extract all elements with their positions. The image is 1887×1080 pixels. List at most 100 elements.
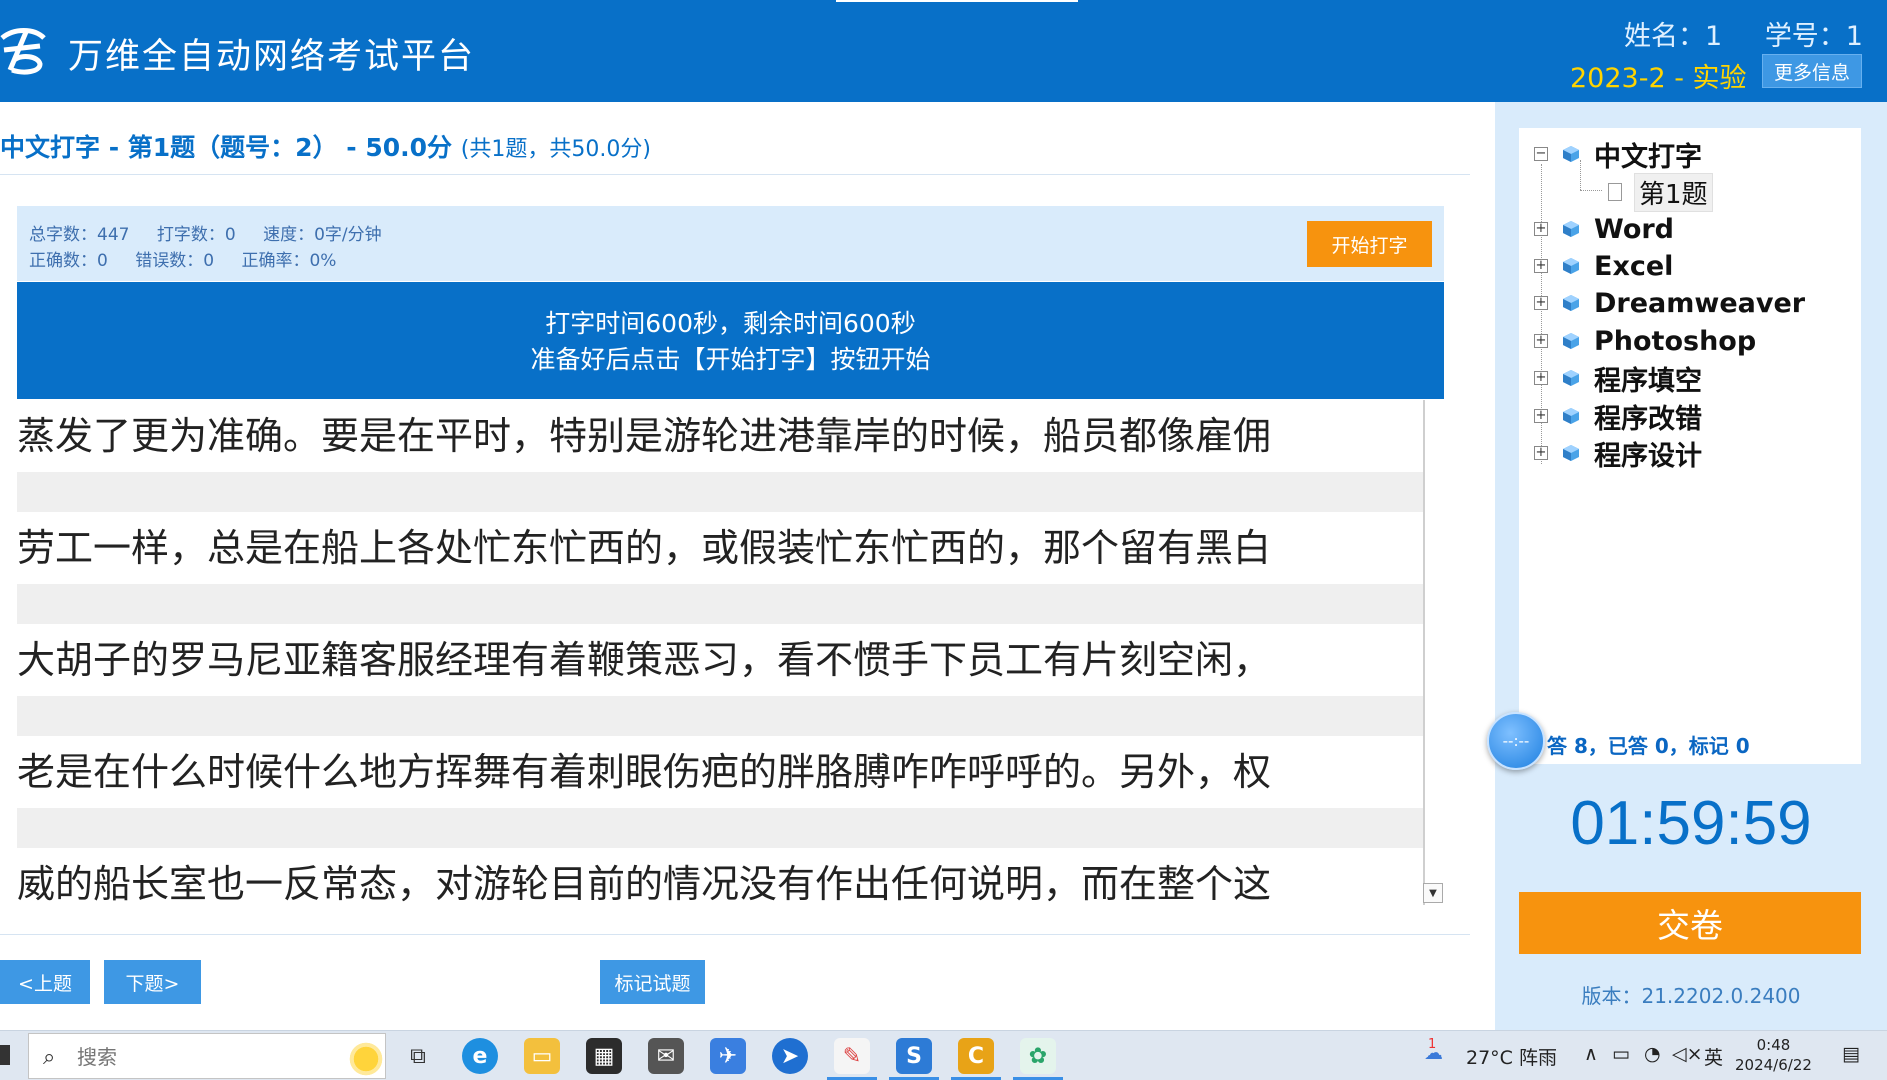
tree-item-word[interactable]: + Word (1534, 212, 1674, 246)
expand-icon[interactable]: + (1534, 259, 1548, 273)
typing-stats-panel: 总字数：447 打字数：0 速度：0字/分钟 正确数：0 错误数：0 正确率：0… (17, 206, 1444, 281)
cube-icon (1563, 221, 1579, 237)
exam-app-icon[interactable]: ✿ (1020, 1038, 1056, 1074)
cube-icon (1563, 258, 1579, 274)
submit-exam-button[interactable]: 交卷 (1519, 892, 1861, 954)
tree-item-question-1[interactable]: 第1题 (1608, 172, 1713, 212)
start-typing-button[interactable]: 开始打字 (1307, 221, 1432, 267)
edge-icon[interactable]: e (462, 1038, 498, 1074)
next-question-button[interactable]: 下题> (104, 960, 201, 1004)
tree-label: Word (1594, 213, 1675, 245)
header-tab-indicator (836, 0, 1078, 2)
vertical-scrollbar[interactable] (1423, 400, 1443, 905)
expand-icon[interactable]: + (1534, 334, 1548, 348)
progress-circle-button[interactable]: --:-- (1487, 712, 1545, 770)
mail-icon[interactable]: ✉ (648, 1038, 684, 1074)
tree-item-design[interactable]: + 程序设计 (1534, 436, 1702, 472)
stat-total-chars: 总字数：447 (29, 225, 130, 245)
tree-label: 第1题 (1634, 172, 1713, 212)
stat-accuracy: 正确率：0% (241, 251, 337, 271)
cube-icon (1563, 445, 1579, 461)
tree-guide-line (1580, 190, 1602, 192)
prev-question-button[interactable]: <上题 (0, 960, 90, 1004)
taskbar-clock[interactable]: 0:48 2024/6/22 (1735, 1035, 1812, 1075)
tree-label: Excel (1594, 250, 1674, 282)
stats-row-1: 总字数：447 打字数：0 速度：0字/分钟 (29, 220, 404, 245)
expand-icon[interactable]: + (1534, 446, 1548, 460)
tree-label: 程序填空 (1594, 365, 1702, 397)
version-text: 版本：21.2202.0.2400 (1581, 984, 1801, 1008)
source-text-line: 大胡子的罗马尼亚籍客服经理有着鞭策恶习，看不惯手下员工有片刻空闲， (17, 638, 1272, 682)
tree-label: Photoshop (1594, 325, 1757, 357)
source-text-line: 威的船长室也一反常态，对游轮目前的情况没有作出任何说明，而在整个这 (17, 862, 1272, 905)
banner-instruction: 准备好后点击【开始打字】按钮开始 (530, 345, 931, 374)
tree-item-chinese-typing[interactable]: − 中文打字 (1534, 137, 1702, 173)
mark-question-button[interactable]: 标记试题 (600, 960, 705, 1004)
source-text-line: 劳工一样，总是在船上各处忙东忙西的，或假装忙东忙西的，那个留有黑白 (17, 526, 1272, 570)
start-button[interactable] (0, 1045, 10, 1065)
tree-item-fill-blank[interactable]: + 程序填空 (1534, 361, 1702, 397)
divider (0, 934, 1470, 935)
countdown-timer: 01:59:59 (1570, 789, 1812, 858)
student-name: 姓名：1 (1624, 21, 1723, 52)
source-text-line: 老是在什么时候什么地方挥舞有着刺眼伤疤的胖胳膊咋咋呼呼的。另外，权 (17, 750, 1272, 794)
notification-icon[interactable]: ▤ (1842, 1043, 1860, 1065)
typing-input-line[interactable] (17, 808, 1423, 848)
weather-sun-icon (347, 1040, 385, 1078)
scroll-down-arrow-icon[interactable]: ▼ (1423, 883, 1443, 903)
file-explorer-icon[interactable]: ▭ (524, 1038, 560, 1074)
tree-item-debug[interactable]: + 程序改错 (1534, 399, 1702, 435)
tree-label: 中文打字 (1594, 141, 1702, 173)
volume-muted-icon[interactable]: ◁× (1672, 1043, 1703, 1065)
source-text-line: 蒸发了更为准确。要是在平时，特别是游轮进港靠岸的时候，船员都像雇佣 (17, 414, 1272, 458)
typing-text-area[interactable]: 蒸发了更为准确。要是在平时，特别是游轮进港靠岸的时候，船员都像雇佣 劳工一样，总… (17, 400, 1444, 905)
tree-item-dreamweaver[interactable]: + Dreamweaver (1534, 286, 1805, 320)
cube-icon (1563, 370, 1579, 386)
browser-icon[interactable]: ➤ (772, 1038, 808, 1074)
tree-label: Dreamweaver (1594, 287, 1806, 319)
tray-chevron-up-icon[interactable]: ∧ (1584, 1043, 1598, 1065)
expand-icon[interactable]: + (1534, 296, 1548, 310)
tree-label: 程序改错 (1594, 403, 1702, 435)
battery-icon[interactable]: ▭ (1612, 1043, 1630, 1065)
tree-item-excel[interactable]: + Excel (1534, 249, 1673, 283)
question-title-main: 中文打字 - 第1题（题号：2） - 50.0分 (0, 133, 453, 162)
weather-text[interactable]: 27°C 阵雨 (1466, 1043, 1557, 1070)
student-id: 学号：1 (1764, 21, 1863, 52)
collapse-icon[interactable]: − (1534, 147, 1548, 161)
stat-typed-chars: 打字数：0 (156, 225, 236, 245)
clock-date: 2024/6/22 (1735, 1056, 1812, 1074)
taskbar-search[interactable]: ⌕ (28, 1033, 386, 1079)
app-title: 万维全自动网络考试平台 (68, 37, 476, 77)
wifi-icon[interactable]: ◔ (1644, 1043, 1661, 1065)
c-app-icon[interactable]: C (958, 1038, 994, 1074)
input-method-indicator[interactable]: 英 (1704, 1043, 1723, 1070)
typing-input-line[interactable] (17, 584, 1423, 624)
feishu-icon[interactable]: ✈ (710, 1038, 746, 1074)
header-bar: 万维全自动网络考试平台 姓名：1 学号：1 2023-2 - 实验 更多信息 (0, 0, 1887, 102)
task-view-icon[interactable]: ⧉ (400, 1038, 436, 1074)
typing-banner: 打字时间600秒，剩余时间600秒 准备好后点击【开始打字】按钮开始 (17, 282, 1444, 399)
expand-icon[interactable]: + (1534, 371, 1548, 385)
answer-summary: 答 8，已答 0，标记 0 (1547, 734, 1750, 758)
expand-icon[interactable]: + (1534, 222, 1548, 236)
stat-correct: 正确数：0 (29, 251, 108, 271)
search-input[interactable] (75, 1042, 299, 1072)
typing-input-line[interactable] (17, 696, 1423, 736)
question-title-sub: (共1题，共50.0分) (460, 137, 651, 162)
typing-input-line[interactable] (17, 472, 1423, 512)
tree-item-photoshop[interactable]: + Photoshop (1534, 324, 1756, 358)
weather-icon[interactable]: ☁ (1424, 1042, 1443, 1064)
divider (0, 174, 1470, 175)
wps-icon[interactable]: S (896, 1038, 932, 1074)
stat-wrong: 错误数：0 (135, 251, 215, 271)
taskbar: ⌕ ⧉ e ▭ ▦ ✉ ✈ ➤ ✎ S C ✿ 1 ☁ 27°C 阵雨 ∧ ▭ … (0, 1030, 1887, 1080)
expand-icon[interactable]: + (1534, 409, 1548, 423)
store-icon[interactable]: ▦ (586, 1038, 622, 1074)
search-icon: ⌕ (43, 1045, 56, 1070)
notes-icon[interactable]: ✎ (834, 1038, 870, 1074)
tree-guide-line (1580, 160, 1582, 190)
more-info-button[interactable]: 更多信息 (1762, 54, 1862, 88)
exam-name: 2023-2 - 实验 (1570, 63, 1747, 94)
stat-speed: 速度：0字/分钟 (263, 225, 382, 245)
